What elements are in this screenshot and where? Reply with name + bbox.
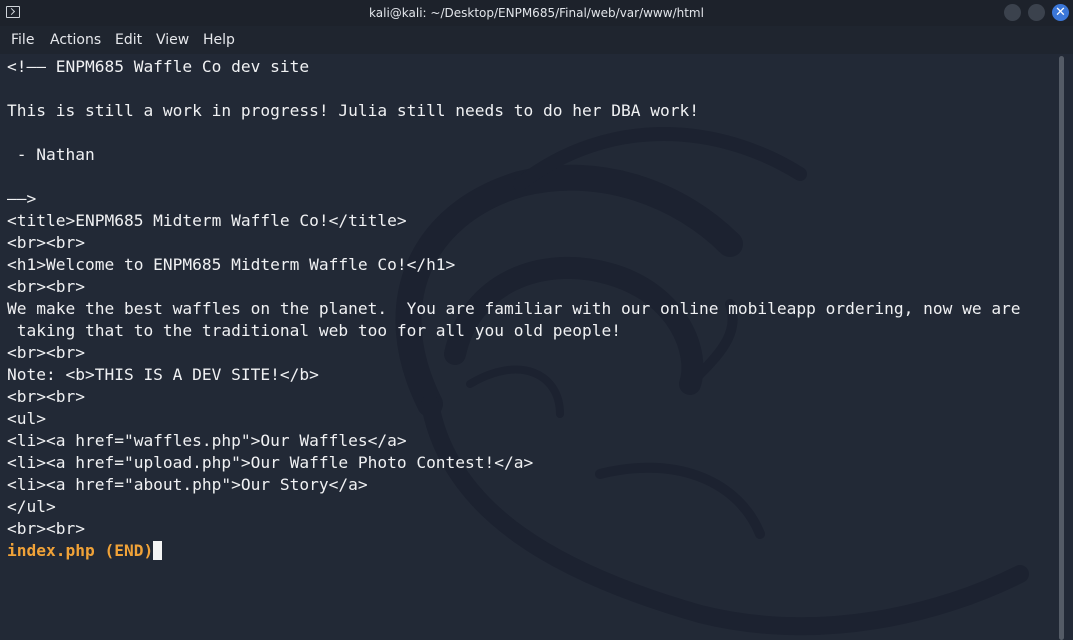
- terminal-line: <br><br>: [7, 277, 85, 296]
- terminal-line: <br><br>: [7, 387, 85, 406]
- terminal-window: kali@kali: ~/Desktop/ENPM685/Final/web/v…: [0, 0, 1073, 640]
- menu-edit[interactable]: Edit: [115, 26, 142, 54]
- close-icon: ✕: [1055, 5, 1066, 20]
- terminal-line: <br><br>: [7, 343, 85, 362]
- text-cursor: [153, 541, 163, 560]
- terminal-line: <ul>: [7, 409, 46, 428]
- menu-actions[interactable]: Actions: [50, 26, 101, 54]
- menu-file[interactable]: File: [11, 26, 34, 54]
- minimize-button[interactable]: [1004, 4, 1021, 21]
- menu-bar: File Actions Edit View Help: [0, 26, 1073, 54]
- terminal-line: <br><br>: [7, 233, 85, 252]
- terminal-line: This is still a work in progress! Julia …: [7, 101, 699, 120]
- maximize-button[interactable]: [1028, 4, 1045, 21]
- close-button[interactable]: ✕: [1052, 4, 1069, 21]
- terminal-line: </ul>: [7, 497, 56, 516]
- terminal-line: Note: <b>THIS IS A DEV SITE!</b>: [7, 365, 319, 384]
- menu-help[interactable]: Help: [203, 26, 235, 54]
- title-bar[interactable]: kali@kali: ~/Desktop/ENPM685/Final/web/v…: [0, 0, 1073, 26]
- terminal-line: We make the best waffles on the planet. …: [7, 299, 1021, 318]
- terminal-line: <li><a href="waffles.php">Our Waffles</a…: [7, 431, 407, 450]
- terminal-line: taking that to the traditional web too f…: [7, 321, 621, 340]
- pager-status-text: index.php (END): [7, 541, 154, 560]
- pager-status: index.php (END): [7, 540, 1057, 562]
- window-title: kali@kali: ~/Desktop/ENPM685/Final/web/v…: [369, 6, 704, 20]
- menu-view[interactable]: View: [156, 26, 189, 54]
- terminal-lines: <!—— ENPM685 Waffle Co dev site This is …: [7, 56, 1057, 562]
- scrollbar[interactable]: [1058, 54, 1066, 640]
- scrollbar-thumb[interactable]: [1059, 56, 1064, 640]
- terminal-line: <li><a href="about.php">Our Story</a>: [7, 475, 368, 494]
- terminal-line: <br><br>: [7, 519, 85, 538]
- terminal-line: <h1>Welcome to ENPM685 Midterm Waffle Co…: [7, 255, 456, 274]
- terminal-line: - Nathan: [7, 145, 95, 164]
- terminal-line: <!—— ENPM685 Waffle Co dev site: [7, 57, 310, 76]
- terminal-output[interactable]: <!—— ENPM685 Waffle Co dev site This is …: [0, 54, 1073, 640]
- terminal-line: <title>ENPM685 Midterm Waffle Co!</title…: [7, 211, 407, 230]
- terminal-line: ——>: [7, 189, 37, 208]
- terminal-line: <li><a href="upload.php">Our Waffle Phot…: [7, 453, 534, 472]
